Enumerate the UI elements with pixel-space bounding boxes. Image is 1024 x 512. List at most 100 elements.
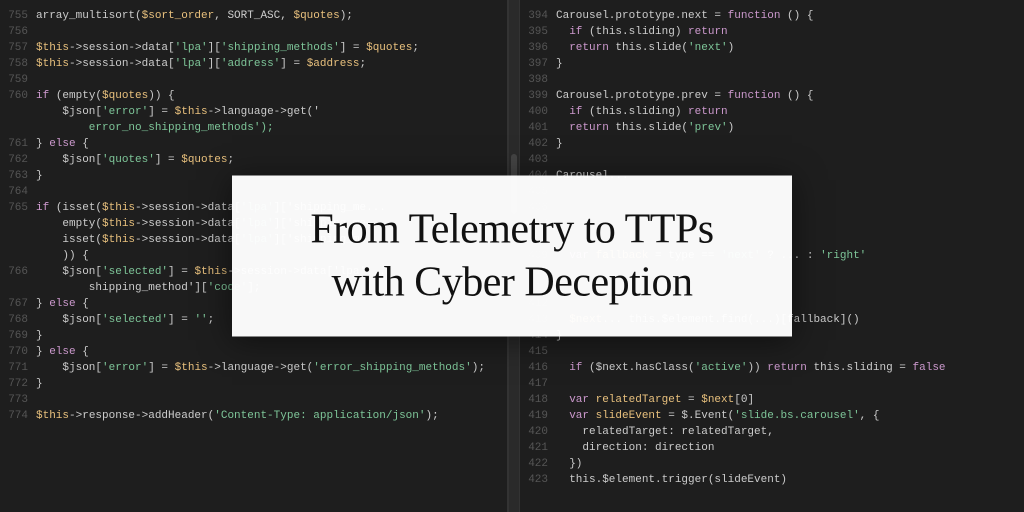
line-content: if ($next.hasClass('active')) return thi… bbox=[556, 360, 1024, 376]
line-number: 758 bbox=[0, 56, 36, 72]
line-number: 399 bbox=[520, 88, 556, 104]
line-number bbox=[0, 280, 36, 296]
line-number: 769 bbox=[0, 328, 36, 344]
line-number: 394 bbox=[520, 8, 556, 24]
line-number: 767 bbox=[0, 296, 36, 312]
line-content: if (this.sliding) return bbox=[556, 24, 1024, 40]
line-number: 395 bbox=[520, 24, 556, 40]
line-content: $this->session->data['lpa']['address'] =… bbox=[36, 56, 507, 72]
line-number: 423 bbox=[520, 472, 556, 488]
line-number: 415 bbox=[520, 344, 556, 360]
code-line: 774$this->response->addHeader('Content-T… bbox=[0, 408, 507, 424]
line-content: Carousel.prototype.next = function () { bbox=[556, 8, 1024, 24]
line-content: var slideEvent = $.Event('slide.bs.carou… bbox=[556, 408, 1024, 424]
line-number: 773 bbox=[0, 392, 36, 408]
code-line: 756 bbox=[0, 24, 507, 40]
line-number bbox=[0, 248, 36, 264]
line-number: 763 bbox=[0, 168, 36, 184]
code-line: 772} bbox=[0, 376, 507, 392]
line-number: 397 bbox=[520, 56, 556, 72]
code-line: 400 if (this.sliding) return bbox=[520, 104, 1024, 120]
line-number: 771 bbox=[0, 360, 36, 376]
line-number: 422 bbox=[520, 456, 556, 472]
code-line: 773 bbox=[0, 392, 507, 408]
line-content: var relatedTarget = $next[0] bbox=[556, 392, 1024, 408]
line-number: 757 bbox=[0, 40, 36, 56]
code-line: 403 bbox=[520, 152, 1024, 168]
title-line1: From Telemetry to TTPs bbox=[310, 207, 713, 253]
code-line: 762 $json['quotes'] = $quotes; bbox=[0, 152, 507, 168]
line-number: 765 bbox=[0, 200, 36, 216]
line-number: 401 bbox=[520, 120, 556, 136]
line-number: 766 bbox=[0, 264, 36, 280]
line-number: 774 bbox=[0, 408, 36, 424]
line-content: } else { bbox=[36, 136, 507, 152]
line-content: }) bbox=[556, 456, 1024, 472]
line-number: 759 bbox=[0, 72, 36, 88]
line-content: } bbox=[556, 56, 1024, 72]
line-content: error_no_shipping_methods'); bbox=[36, 120, 507, 136]
code-line: 770} else { bbox=[0, 344, 507, 360]
line-content: if (empty($quotes)) { bbox=[36, 88, 507, 104]
code-line: 417 bbox=[520, 376, 1024, 392]
line-content: $json['quotes'] = $quotes; bbox=[36, 152, 507, 168]
line-number: 417 bbox=[520, 376, 556, 392]
code-line: 423 this.$element.trigger(slideEvent) bbox=[520, 472, 1024, 488]
line-number: 762 bbox=[0, 152, 36, 168]
line-number: 400 bbox=[520, 104, 556, 120]
code-line: 421 direction: direction bbox=[520, 440, 1024, 456]
line-number: 764 bbox=[0, 184, 36, 200]
line-number: 768 bbox=[0, 312, 36, 328]
code-line: 402} bbox=[520, 136, 1024, 152]
line-content: $this->session->data['lpa']['shipping_me… bbox=[36, 40, 507, 56]
line-number bbox=[0, 232, 36, 248]
line-content: $json['error'] = $this->language->get('e… bbox=[36, 360, 507, 376]
line-number: 760 bbox=[0, 88, 36, 104]
line-number: 396 bbox=[520, 40, 556, 56]
code-line: 760if (empty($quotes)) { bbox=[0, 88, 507, 104]
line-number bbox=[0, 216, 36, 232]
code-line: 398 bbox=[520, 72, 1024, 88]
code-line: 415 bbox=[520, 344, 1024, 360]
code-line: 761} else { bbox=[0, 136, 507, 152]
line-number: 770 bbox=[0, 344, 36, 360]
line-content: relatedTarget: relatedTarget, bbox=[556, 424, 1024, 440]
line-number: 418 bbox=[520, 392, 556, 408]
code-line: 395 if (this.sliding) return bbox=[520, 24, 1024, 40]
code-line: 394Carousel.prototype.next = function ()… bbox=[520, 8, 1024, 24]
line-content: direction: direction bbox=[556, 440, 1024, 456]
line-content: return this.slide('prev') bbox=[556, 120, 1024, 136]
title-overlay: From Telemetry to TTPs with Cyber Decept… bbox=[232, 176, 792, 337]
line-number: 421 bbox=[520, 440, 556, 456]
line-content: array_multisort($sort_order, SORT_ASC, $… bbox=[36, 8, 507, 24]
line-number: 403 bbox=[520, 152, 556, 168]
line-content: Carousel.prototype.prev = function () { bbox=[556, 88, 1024, 104]
line-number: 755 bbox=[0, 8, 36, 24]
line-number: 419 bbox=[520, 408, 556, 424]
code-line: 422 }) bbox=[520, 456, 1024, 472]
code-line: 771 $json['error'] = $this->language->ge… bbox=[0, 360, 507, 376]
line-number bbox=[0, 120, 36, 136]
line-number: 772 bbox=[0, 376, 36, 392]
overlay-title: From Telemetry to TTPs with Cyber Decept… bbox=[282, 204, 742, 309]
code-line: 418 var relatedTarget = $next[0] bbox=[520, 392, 1024, 408]
line-number: 402 bbox=[520, 136, 556, 152]
code-line: 757$this->session->data['lpa']['shipping… bbox=[0, 40, 507, 56]
line-number: 420 bbox=[520, 424, 556, 440]
title-line2: with Cyber Deception bbox=[332, 259, 693, 305]
code-line: 420 relatedTarget: relatedTarget, bbox=[520, 424, 1024, 440]
line-content: this.$element.trigger(slideEvent) bbox=[556, 472, 1024, 488]
code-line: 759 bbox=[0, 72, 507, 88]
line-content: if (this.sliding) return bbox=[556, 104, 1024, 120]
line-content: $json['error'] = $this->language->get(' bbox=[36, 104, 507, 120]
code-line: 416 if ($next.hasClass('active')) return… bbox=[520, 360, 1024, 376]
line-number: 398 bbox=[520, 72, 556, 88]
line-number: 416 bbox=[520, 360, 556, 376]
code-line: 396 return this.slide('next') bbox=[520, 40, 1024, 56]
line-content: } bbox=[36, 376, 507, 392]
line-content: } else { bbox=[36, 344, 507, 360]
line-number bbox=[0, 104, 36, 120]
line-content: } bbox=[556, 136, 1024, 152]
line-content: return this.slide('next') bbox=[556, 40, 1024, 56]
line-content: $this->response->addHeader('Content-Type… bbox=[36, 408, 507, 424]
